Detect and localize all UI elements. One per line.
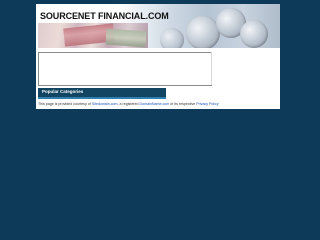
footer-middle: , a registered [117,102,140,106]
coin-image [160,28,184,48]
footer-suffix: of its respective [169,102,197,106]
banknote-image [105,28,147,48]
divider [211,52,212,85]
popular-categories-label: Popular Categories [42,89,84,94]
footer-link-sitedomain[interactable]: Sitedomain.com [92,102,118,106]
coin-image [186,16,220,48]
page-content: SOURCENET FINANCIAL.COM Popular Categori… [36,4,280,109]
ad-frame[interactable] [38,52,212,86]
footer-prefix: This page is provided courtesy of [38,102,91,106]
privacy-policy-link[interactable]: Privacy Policy [196,102,218,106]
coin-image [240,20,268,48]
popular-categories-header: Popular Categories [38,88,166,99]
site-title[interactable]: SOURCENET FINANCIAL.COM [40,11,169,21]
header-banner: SOURCENET FINANCIAL.COM [36,4,280,48]
footer-notice: This page is provided courtesy of Sitedo… [38,102,278,106]
footer-link-domainname[interactable]: DomainName.com [140,102,170,106]
